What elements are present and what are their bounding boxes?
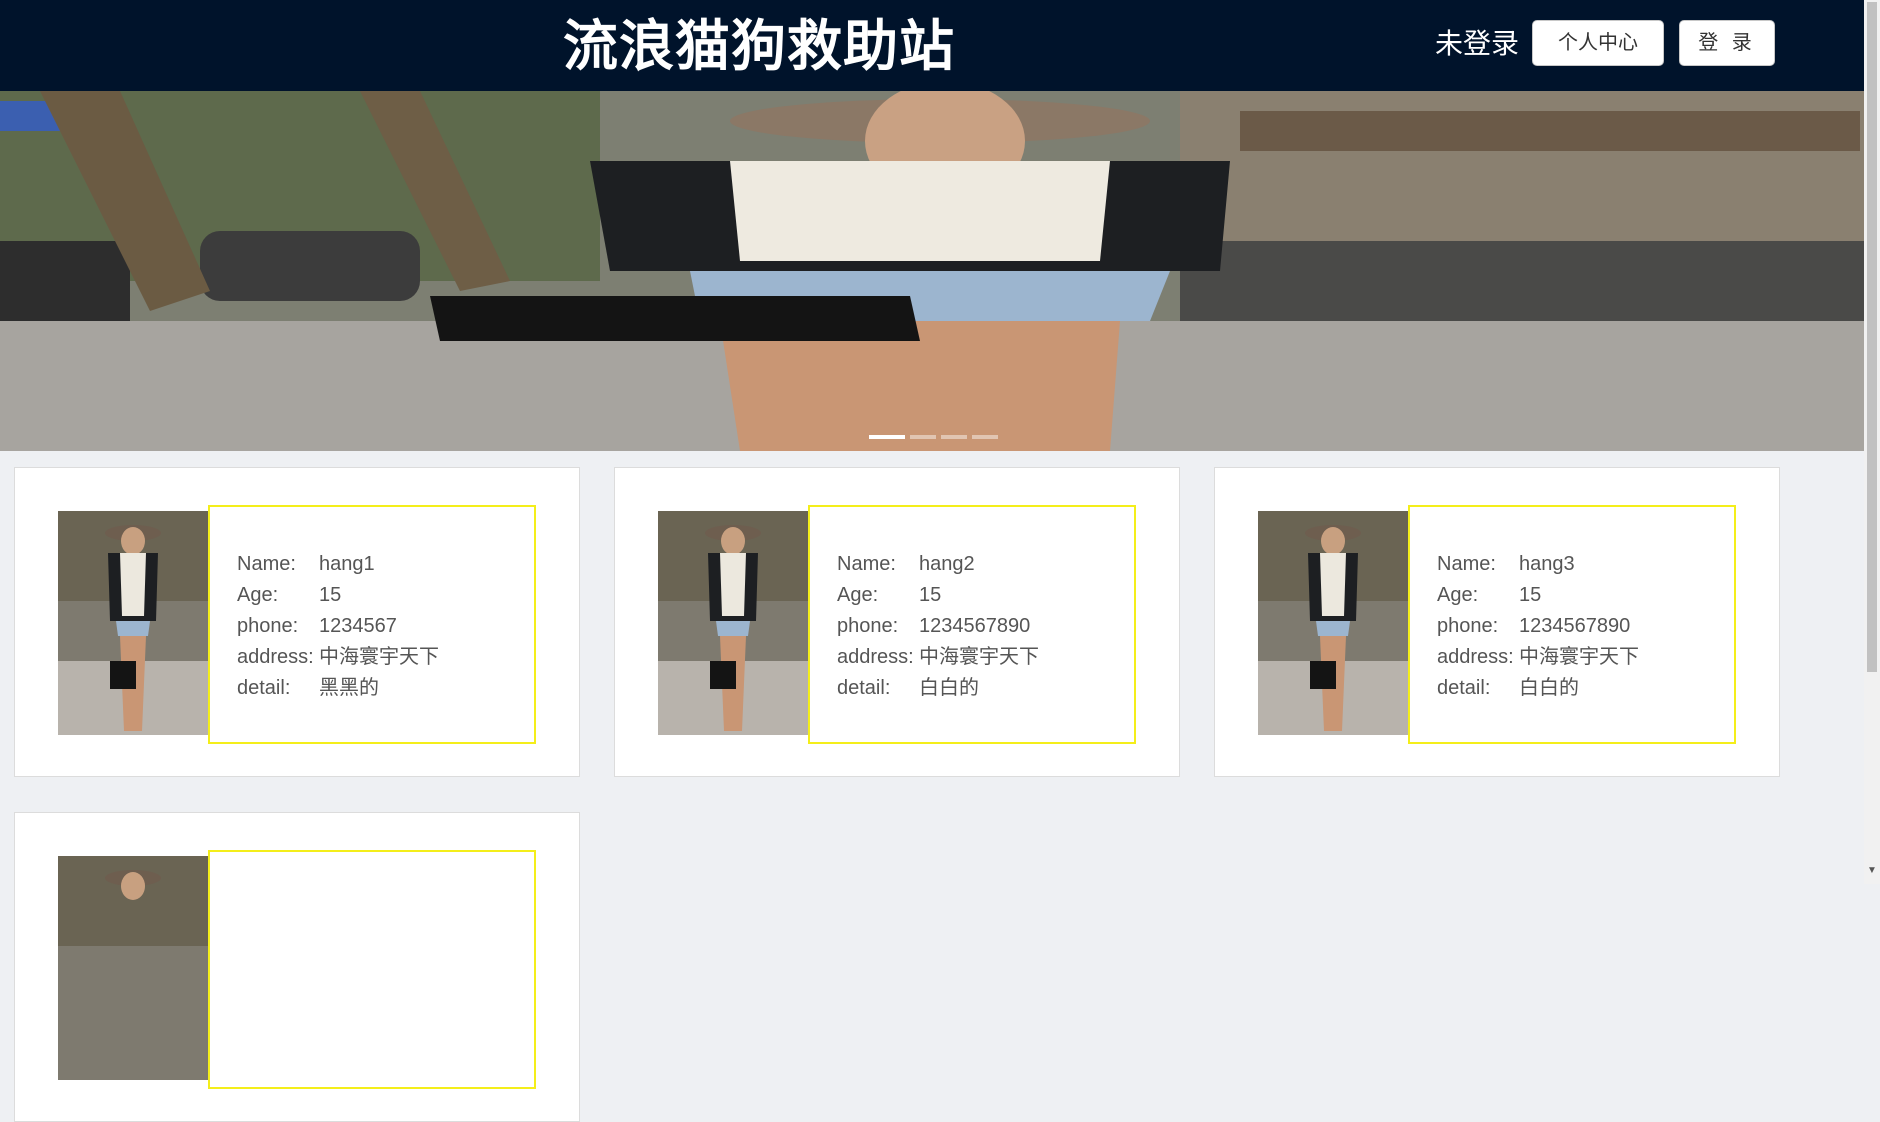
carousel-dot-4[interactable] [972, 435, 998, 439]
banner-photo [0, 91, 1864, 451]
phone-label: phone: [1437, 615, 1499, 637]
animal-card[interactable]: Name: hang1 Age: 15 phone: 1234567 address:… [14, 467, 580, 777]
personal-center-button[interactable]: 个人中心 [1532, 20, 1664, 66]
name-value: hang1 [319, 553, 375, 575]
phone-label: phone: [237, 615, 299, 637]
age-label: Age: [1437, 584, 1479, 606]
name-label: Name: [1437, 553, 1496, 575]
page-scrollbar[interactable]: ▼ [1864, 0, 1880, 884]
banner-carousel[interactable] [0, 91, 1864, 451]
name-value: hang2 [919, 553, 975, 575]
top-nav-bar: 流浪猫狗救助站 未登录 个人中心 登 录 [0, 0, 1864, 91]
age-label: Age: [837, 584, 879, 606]
scroll-down-arrow-icon[interactable]: ▼ [1867, 864, 1877, 878]
age-label: Age: [237, 584, 279, 606]
animal-photo [658, 511, 808, 735]
age-value: 15 [1519, 584, 1542, 606]
animal-info-box [208, 850, 536, 1089]
detail-label: detail: [837, 677, 891, 699]
animal-info-box: Name: hang2 Age: 15 phone: 1234567890 addre… [808, 505, 1136, 744]
carousel-dot-1[interactable] [869, 435, 905, 439]
address-label: address: [837, 646, 914, 668]
carousel-dot-3[interactable] [941, 435, 967, 439]
scrollbar-thumb[interactable] [1867, 2, 1877, 672]
phone-label: phone: [837, 615, 899, 637]
animal-photo [58, 856, 208, 1080]
animal-photo [58, 511, 208, 735]
login-status-text: 未登录 [1435, 28, 1520, 59]
detail-label: detail: [1437, 677, 1491, 699]
address-value: 中海寰宇天下 [919, 646, 1039, 668]
detail-value: 白白的 [919, 677, 979, 699]
site-title: 流浪猫狗救助站 [563, 15, 956, 77]
animal-card[interactable]: Name: hang3 Age: 15 phone: 1234567890 addre… [1214, 467, 1780, 777]
detail-label: detail: [237, 677, 291, 699]
address-label: address: [1437, 646, 1514, 668]
phone-value: 1234567 [319, 615, 397, 637]
phone-value: 1234567890 [1519, 615, 1631, 637]
animal-card[interactable] [14, 812, 580, 1122]
carousel-dot-2[interactable] [910, 435, 936, 439]
animal-info-box: Name: hang3 Age: 15 phone: 1234567890 addre… [1408, 505, 1736, 744]
animal-info-box: Name: hang1 Age: 15 phone: 1234567 address:… [208, 505, 536, 744]
name-label: Name: [237, 553, 296, 575]
name-label: Name: [837, 553, 896, 575]
age-value: 15 [919, 584, 942, 606]
address-label: address: [237, 646, 314, 668]
address-value: 中海寰宇天下 [1519, 646, 1639, 668]
name-value: hang3 [1519, 553, 1575, 575]
address-value: 中海寰宇天下 [319, 646, 439, 668]
age-value: 15 [319, 584, 342, 606]
phone-value: 1234567890 [919, 615, 1031, 637]
animal-photo [1258, 511, 1408, 735]
detail-value: 白白的 [1519, 677, 1579, 699]
animal-card[interactable]: Name: hang2 Age: 15 phone: 1234567890 addre… [614, 467, 1180, 777]
login-button[interactable]: 登 录 [1679, 20, 1775, 66]
detail-value: 黑黑的 [319, 677, 379, 699]
